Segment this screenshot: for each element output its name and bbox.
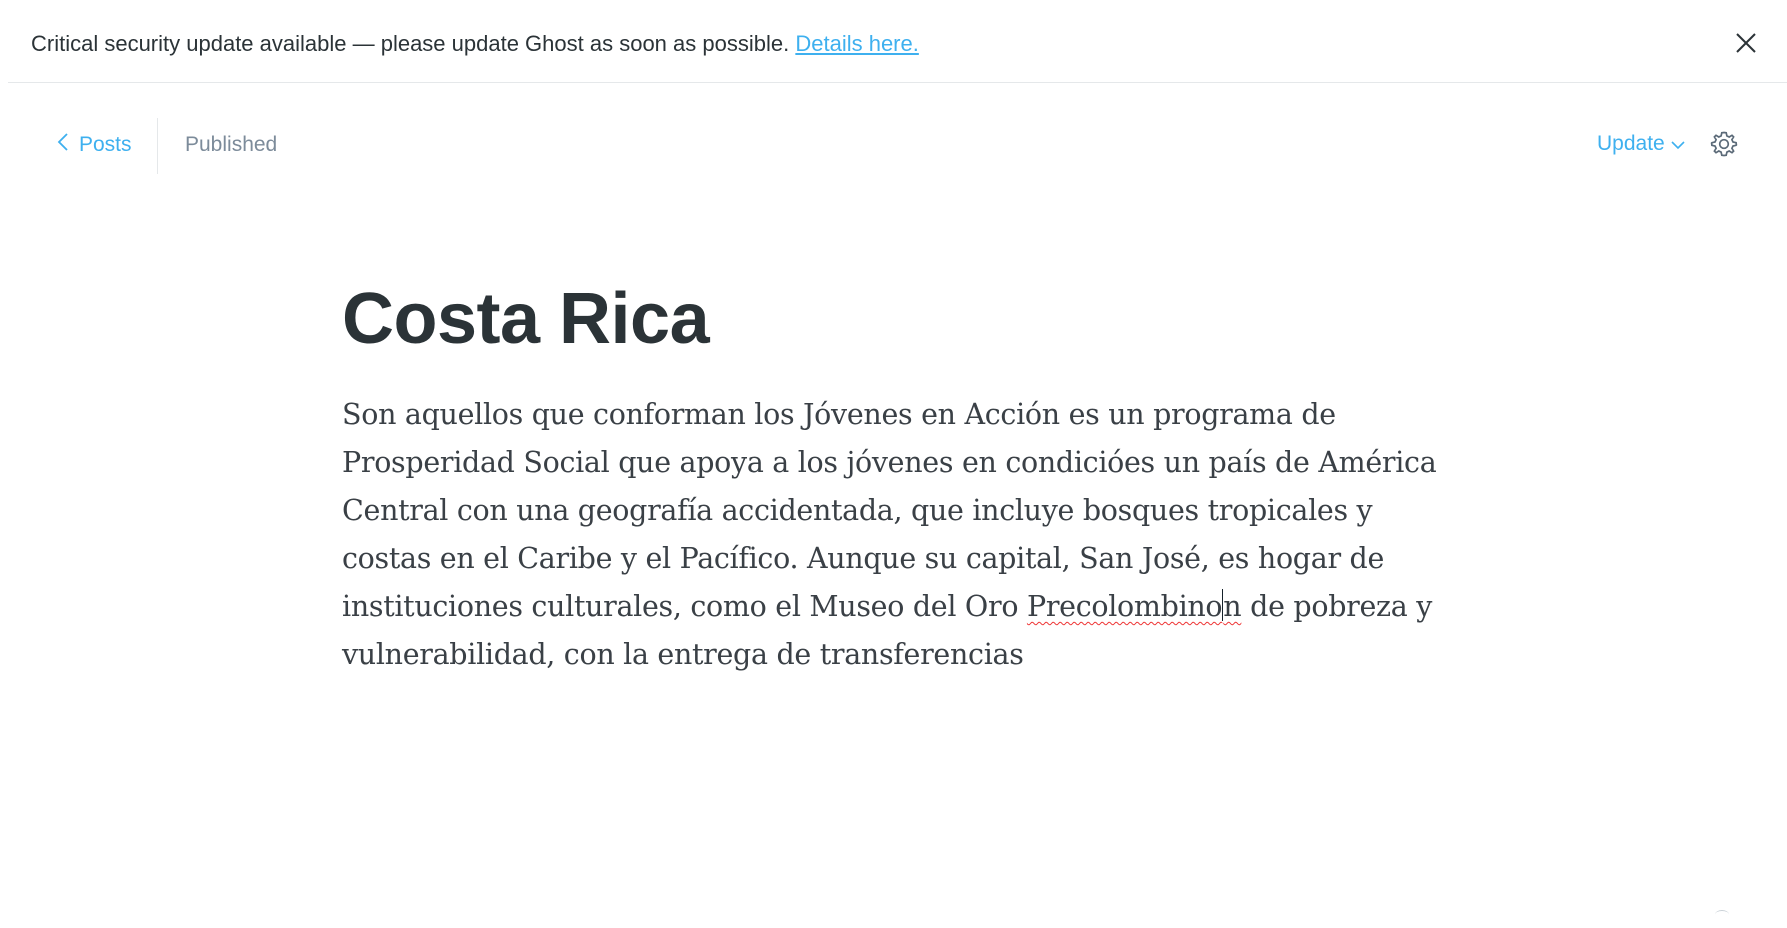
misspelled-word: Precolombinon xyxy=(1026,589,1242,623)
misspelled-word-end: n xyxy=(1223,590,1242,623)
post-body-editor[interactable]: Son aquellos que conforman los Jóvenes e… xyxy=(342,391,1462,679)
chevron-left-icon xyxy=(57,132,69,158)
notice-message: Critical security update available — ple… xyxy=(31,31,790,56)
post-title[interactable]: Costa Rica xyxy=(342,278,710,361)
post-status: Published xyxy=(185,133,278,156)
gear-icon[interactable] xyxy=(1710,130,1738,158)
security-notice-bar: Critical security update available — ple… xyxy=(8,0,1787,83)
corner-indicator xyxy=(1715,910,1729,919)
chevron-down-icon xyxy=(1671,132,1685,156)
back-to-posts-link[interactable]: Posts xyxy=(57,132,132,158)
notice-text: Critical security update available — ple… xyxy=(31,31,919,57)
editor-header: Posts Published Update xyxy=(0,118,1787,174)
details-link[interactable]: Details here. xyxy=(795,31,919,56)
back-label: Posts xyxy=(79,133,132,156)
header-divider xyxy=(157,118,158,174)
misspelled-word-start: Precolombino xyxy=(1026,590,1223,623)
update-button[interactable]: Update xyxy=(1597,132,1685,156)
update-label: Update xyxy=(1597,132,1665,155)
close-icon[interactable] xyxy=(1733,30,1759,56)
